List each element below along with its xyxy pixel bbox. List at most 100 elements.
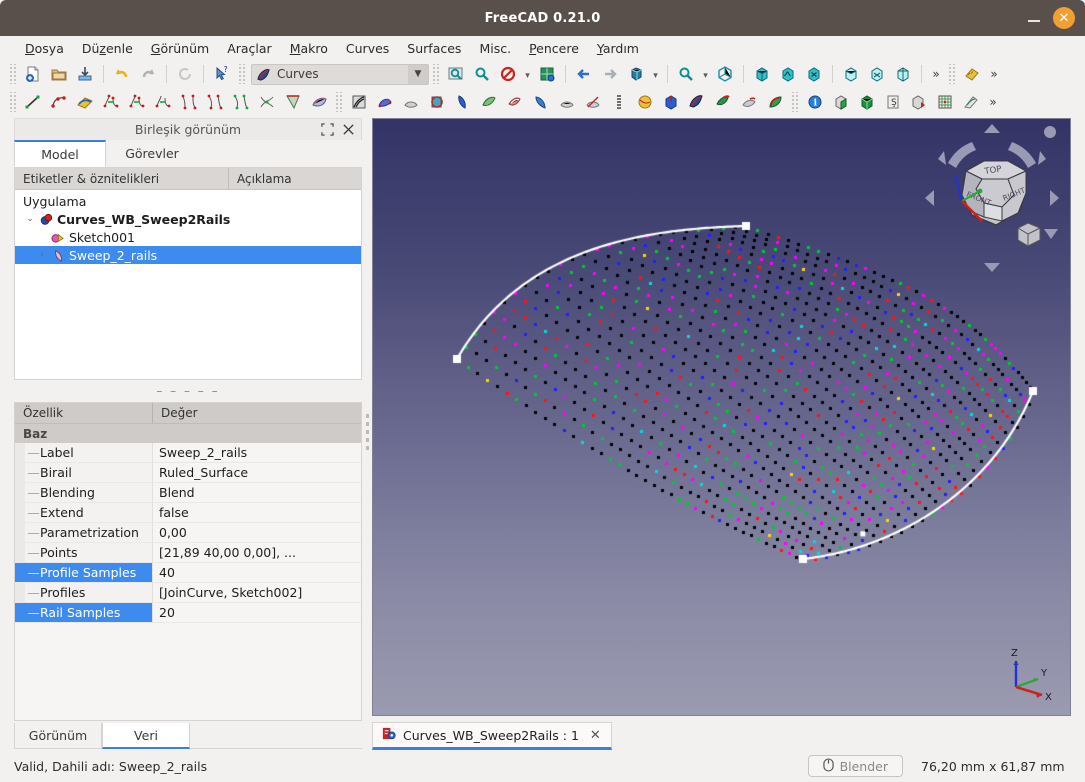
tab-veri[interactable]: Veri — [102, 723, 190, 749]
front-view-icon[interactable] — [749, 62, 775, 86]
dock-splitter[interactable] — [362, 116, 372, 750]
parametric-blend-icon[interactable] — [228, 90, 254, 114]
toolbar-overflow-3[interactable]: » — [984, 90, 1002, 114]
tree-item-document[interactable]: ⌄ Curves_WB_Sweep2Rails — [15, 210, 361, 228]
pipeshell-profile-icon[interactable] — [502, 90, 528, 114]
toolbar-overflow-1[interactable]: » — [927, 62, 945, 86]
property-value-birail[interactable]: Ruled_Surface — [153, 463, 361, 482]
property-value-profile-samples[interactable]: 40 — [153, 563, 361, 582]
property-value-points[interactable]: [21,89 40,00 0,00], ... — [153, 543, 361, 562]
property-row-profile-samples[interactable]: — Profile Samples 40 — [15, 563, 361, 583]
std-view-icon[interactable] — [623, 62, 649, 86]
property-row-points[interactable]: — Points [21,89 40,00 0,00], ... — [15, 543, 361, 563]
property-value-label[interactable]: Sweep_2_rails — [153, 443, 361, 462]
property-row-label[interactable]: — Label Sweep_2_rails — [15, 443, 361, 463]
toolbar-grip-surfaces[interactable] — [335, 92, 343, 112]
menu-duzenle[interactable]: Düzenle — [73, 39, 142, 58]
blend-solid-icon[interactable] — [736, 90, 762, 114]
property-row-parametrization[interactable]: — Parametrization 0,00 — [15, 523, 361, 543]
clipboard-icon[interactable]: Ş — [880, 90, 906, 114]
menu-yardim[interactable]: Yardım — [588, 39, 648, 58]
export-cube-icon[interactable] — [906, 90, 932, 114]
menu-pencere[interactable]: Pencere — [520, 39, 588, 58]
property-row-blending[interactable]: — Blending Blend — [15, 483, 361, 503]
flatten-face-icon[interactable] — [450, 90, 476, 114]
bspline-icon[interactable] — [46, 90, 72, 114]
property-row-birail[interactable]: — Birail Ruled_Surface — [15, 463, 361, 483]
toolbar-grip-misc[interactable] — [791, 92, 799, 112]
tab-gorunum[interactable]: Görünüm — [14, 723, 102, 749]
workbench-selector[interactable]: Curves ▼ — [251, 63, 429, 85]
zebra-icon[interactable] — [346, 90, 372, 114]
top-view-icon[interactable] — [775, 62, 801, 86]
zoom-dropdown[interactable]: ▾ — [699, 62, 712, 86]
whats-this-icon[interactable]: ? — [209, 62, 235, 86]
grid-icon[interactable] — [932, 90, 958, 114]
zoom-icon[interactable] — [673, 62, 699, 86]
pipeshell-icon[interactable] — [476, 90, 502, 114]
tab-gorevler[interactable]: Görevler — [106, 140, 198, 167]
sketch-mirror-icon[interactable] — [958, 90, 984, 114]
navigation-cube[interactable]: TOP FRONT RIGHT — [922, 123, 1062, 273]
segment-surface-icon[interactable] — [528, 90, 554, 114]
menu-araclar[interactable]: Araçlar — [218, 39, 281, 58]
paste-icon[interactable] — [710, 90, 736, 114]
property-row-rail-samples[interactable]: — Rail Samples 20 — [15, 603, 361, 623]
property-row-extend[interactable]: — Extend false — [15, 503, 361, 523]
draw-style-icon[interactable] — [495, 62, 521, 86]
menu-curves[interactable]: Curves — [337, 39, 398, 58]
property-row-profiles[interactable]: — Profiles [JoinCurve, Sketch002] — [15, 583, 361, 603]
curve-on-surface-icon[interactable] — [280, 90, 306, 114]
property-value-rail-samples[interactable]: 20 — [153, 603, 361, 622]
tree-item-sketch001[interactable]: Sketch001 — [15, 228, 361, 246]
std-view-dropdown[interactable]: ▾ — [649, 62, 662, 86]
toolbar-grip-workbench[interactable] — [238, 64, 246, 84]
isometric-icon[interactable] — [534, 62, 560, 86]
panel-splitter-handle[interactable]: – – – – – — [14, 380, 362, 402]
left-view-icon[interactable] — [890, 62, 916, 86]
curve-extend-icon[interactable] — [254, 90, 280, 114]
right-view-icon[interactable] — [801, 62, 827, 86]
close-button[interactable]: ✕ — [1053, 7, 1075, 29]
menu-surfaces[interactable]: Surfaces — [398, 39, 470, 58]
document-tab-close-icon[interactable]: ✕ — [590, 728, 601, 743]
navigation-style-button[interactable]: Blender — [807, 755, 903, 777]
sphere-icon[interactable] — [632, 90, 658, 114]
tab-model[interactable]: Model — [14, 140, 106, 167]
new-document-icon[interactable] — [20, 62, 46, 86]
info-icon[interactable]: i — [802, 90, 828, 114]
interpolate-icon[interactable] — [202, 90, 228, 114]
discretize-icon[interactable] — [150, 90, 176, 114]
solid-icon[interactable] — [658, 90, 684, 114]
redo-icon[interactable] — [135, 62, 161, 86]
back-arrow-icon[interactable] — [571, 62, 597, 86]
draw-style-dropdown[interactable]: ▾ — [521, 62, 534, 86]
menu-dosya[interactable]: Dosya — [16, 39, 73, 58]
tree-item-sweep-2-rails[interactable]: › Sweep_2_rails — [15, 246, 361, 264]
toolbar-grip-measure[interactable] — [948, 64, 956, 84]
rear-view-icon[interactable] — [838, 62, 864, 86]
property-value-profiles[interactable]: [JoinCurve, Sketch002] — [153, 583, 361, 602]
editable-spline-icon[interactable] — [72, 90, 98, 114]
curves-icon[interactable] — [684, 90, 710, 114]
property-value-extend[interactable]: false — [153, 503, 361, 522]
axonometric-icon[interactable] — [712, 62, 738, 86]
property-value-blending[interactable]: Blend — [153, 483, 361, 502]
profile-support-icon[interactable] — [424, 90, 450, 114]
fit-selection-icon[interactable] — [469, 62, 495, 86]
undo-icon[interactable] — [109, 62, 135, 86]
melon-icon[interactable] — [762, 90, 788, 114]
measure-icon[interactable] — [959, 62, 985, 86]
surface-trim-icon[interactable] — [580, 90, 606, 114]
menu-makro[interactable]: Makro — [281, 39, 337, 58]
cube-icon[interactable] — [854, 90, 880, 114]
fit-all-icon[interactable] — [443, 62, 469, 86]
toolbar-overflow-2[interactable]: » — [985, 62, 1003, 86]
document-tab[interactable]: Curves_WB_Sweep2Rails : 1 ✕ — [372, 722, 612, 750]
approximate-icon[interactable] — [176, 90, 202, 114]
close-icon[interactable] — [342, 123, 355, 138]
minimize-button[interactable] — [1025, 9, 1043, 27]
coil-icon[interactable] — [606, 90, 632, 114]
split-curve-icon[interactable] — [124, 90, 150, 114]
expander-icon-sweep[interactable]: › — [35, 250, 49, 260]
